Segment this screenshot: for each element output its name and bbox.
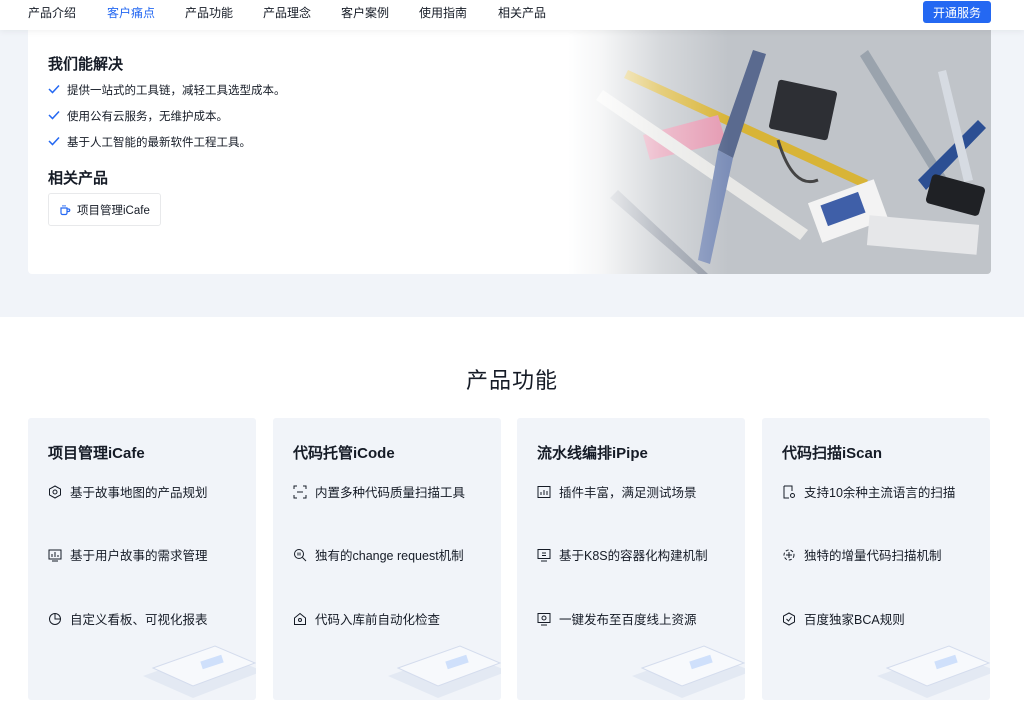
feature-item: 基于故事地图的产品规划 — [48, 482, 208, 501]
feature-item-text: 基于用户故事的需求管理 — [70, 549, 208, 563]
scan-frame-icon — [293, 485, 307, 498]
feature-item: 百度独家BCA规则 — [782, 609, 905, 628]
solve-item: 提供一站式的工具链，减轻工具选型成本。 — [48, 82, 286, 108]
feature-item: 内置多种代码质量扫描工具 — [293, 482, 465, 501]
feature-item: 代码入库前自动化检查 — [293, 609, 440, 628]
server-deco-icon — [877, 645, 990, 698]
pain-points-card: 我们能解决 提供一站式的工具链，减轻工具选型成本。 使用公有云服务，无维护成本。… — [28, 30, 991, 274]
server-deco-icon — [388, 645, 501, 698]
feature-item-text: 百度独家BCA规则 — [804, 613, 905, 627]
deploy-icon — [537, 612, 551, 625]
feature-card-icafe: 项目管理iCafe 基于故事地图的产品规划 基于用户故事的需求管理 自定义看板、… — [28, 418, 256, 700]
check-icon — [48, 110, 60, 120]
solve-item-text: 使用公有云服务，无维护成本。 — [67, 111, 228, 123]
activate-service-button[interactable]: 开通服务 — [923, 1, 991, 23]
related-product-label: 项目管理iCafe — [77, 204, 150, 217]
tab-pain-points[interactable]: 客户痛点 — [107, 5, 155, 21]
tab-philosophy[interactable]: 产品理念 — [263, 5, 311, 21]
feature-item: 独有的change request机制 — [293, 545, 464, 564]
solve-item-text: 提供一站式的工具链，减轻工具选型成本。 — [67, 85, 286, 97]
plugin-chart-icon — [537, 485, 551, 498]
solve-item: 基于人工智能的最新软件工程工具。 — [48, 134, 286, 160]
related-heading: 相关产品 — [48, 170, 109, 187]
feature-item-text: 内置多种代码质量扫描工具 — [315, 486, 466, 500]
tab-features[interactable]: 产品功能 — [185, 5, 233, 21]
feature-card-ipipe: 流水线编排iPipe 插件丰富，满足测试场景 基于K8S的容器化构建机制 一键发… — [517, 418, 745, 700]
solve-item: 使用公有云服务，无维护成本。 — [48, 108, 286, 134]
code-search-icon — [294, 548, 307, 561]
top-nav: 产品介绍 客户痛点 产品功能 产品理念 客户案例 使用指南 相关产品 开通服务 — [0, 0, 1024, 30]
feature-item: 基于用户故事的需求管理 — [48, 545, 208, 564]
feature-item-text: 基于K8S的容器化构建机制 — [559, 549, 708, 563]
feature-item-text: 独特的增量代码扫描机制 — [804, 549, 942, 563]
solve-heading: 我们能解决 — [48, 56, 124, 73]
feature-item: 基于K8S的容器化构建机制 — [537, 545, 708, 564]
server-deco-icon — [143, 645, 256, 698]
pens-photo — [568, 30, 991, 274]
feature-card-iscan: 代码扫描iScan 支持10余种主流语言的扫描 独特的增量代码扫描机制 百度独家… — [762, 418, 990, 700]
features-title: 产品功能 — [465, 368, 558, 393]
feature-item: 独特的增量代码扫描机制 — [782, 545, 942, 564]
solve-list: 提供一站式的工具链，减轻工具选型成本。 使用公有云服务，无维护成本。 基于人工智… — [48, 82, 286, 160]
container-icon — [537, 548, 551, 561]
tab-cases[interactable]: 客户案例 — [341, 5, 389, 21]
monitor-chart-icon — [48, 549, 62, 561]
photo-fade-overlay — [568, 30, 991, 274]
pain-points-section: 我们能解决 提供一站式的工具链，减轻工具选型成本。 使用公有云服务，无维护成本。… — [0, 30, 1024, 317]
check-icon — [48, 84, 60, 94]
feature-item-text: 代码入库前自动化检查 — [315, 613, 441, 627]
feature-item-text: 一键发布至百度线上资源 — [559, 613, 697, 627]
solve-item-text: 基于人工智能的最新软件工程工具。 — [67, 137, 251, 149]
cafe-icon — [60, 204, 71, 215]
incremental-icon — [783, 549, 795, 560]
house-check-icon — [294, 612, 306, 625]
feature-item-text: 支持10余种主流语言的扫描 — [804, 486, 956, 500]
tab-intro[interactable]: 产品介绍 — [28, 5, 76, 21]
server-deco-icon — [632, 645, 745, 698]
feature-item: 一键发布至百度线上资源 — [537, 609, 697, 628]
pie-chart-icon — [49, 612, 61, 625]
tab-related[interactable]: 相关产品 — [498, 5, 546, 21]
feature-item: 支持10余种主流语言的扫描 — [782, 482, 955, 501]
feature-item-text: 基于故事地图的产品规划 — [70, 486, 208, 500]
doc-scan-icon — [783, 485, 795, 498]
tab-guide[interactable]: 使用指南 — [419, 5, 467, 21]
feature-card-title: 流水线编排iPipe — [537, 445, 648, 462]
feature-item: 自定义看板、可视化报表 — [48, 609, 208, 628]
related-product-chip[interactable]: 项目管理iCafe — [48, 193, 161, 226]
feature-item-text: 自定义看板、可视化报表 — [70, 613, 208, 627]
feature-card-title: 代码托管iCode — [293, 445, 395, 462]
check-icon — [48, 136, 60, 146]
feature-card-title: 代码扫描iScan — [782, 445, 883, 462]
feature-item-text: 插件丰富，满足测试场景 — [559, 486, 697, 500]
feature-item: 插件丰富，满足测试场景 — [537, 482, 697, 501]
feature-card-title: 项目管理iCafe — [48, 445, 145, 462]
feature-item-text: 独有的change request机制 — [315, 549, 464, 563]
feature-card-icode: 代码托管iCode 内置多种代码质量扫描工具 独有的change request… — [273, 418, 501, 700]
target-icon — [49, 484, 61, 499]
rules-icon — [783, 611, 795, 626]
